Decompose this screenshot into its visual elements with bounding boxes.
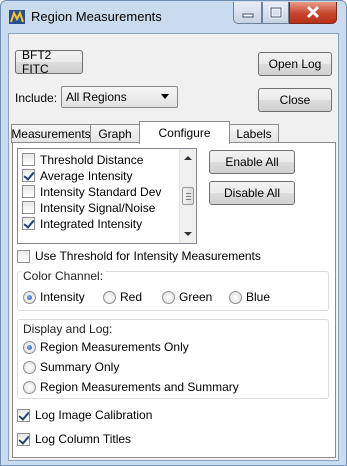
radio-blue[interactable]: Blue xyxy=(229,290,270,304)
app-icon xyxy=(9,10,25,24)
radio-button[interactable] xyxy=(23,290,36,304)
radio-region-and-summary[interactable]: Region Measurements and Summary xyxy=(23,380,239,394)
color-channel-group: Color Channel: Intensity Red Green Blue xyxy=(17,269,329,311)
maximize-icon xyxy=(269,6,283,19)
minimize-icon xyxy=(242,13,254,18)
list-item-label: Integrated Intensity xyxy=(40,216,143,231)
radio-label: Region Measurements and Summary xyxy=(40,380,239,394)
radio-label: Intensity xyxy=(40,290,85,304)
color-channel-title: Color Channel: xyxy=(21,269,106,283)
radio-green[interactable]: Green xyxy=(162,290,212,304)
log-column-titles-label: Log Column Titles xyxy=(35,432,132,446)
enable-all-button[interactable]: Enable All xyxy=(209,150,295,174)
close-window-button[interactable] xyxy=(289,2,337,24)
radio-label: Blue xyxy=(246,290,271,304)
region-measurements-window: Region Measurements BFT2 FITC Open Log I… xyxy=(0,0,347,466)
radio-button[interactable] xyxy=(23,380,36,394)
use-threshold-checkbox[interactable] xyxy=(17,249,30,263)
configure-panel: Threshold Distance Average Intensity Int… xyxy=(12,142,336,458)
tab-configure[interactable]: Configure xyxy=(139,121,230,144)
use-threshold-label: Use Threshold for Intensity Measurements xyxy=(35,249,261,263)
scroll-down-icon[interactable] xyxy=(184,232,192,236)
list-item-checkbox[interactable] xyxy=(22,169,35,182)
radio-intensity[interactable]: Intensity xyxy=(23,290,85,304)
list-item-label: Intensity Standard Dev xyxy=(40,184,162,199)
list-item-checkbox[interactable] xyxy=(22,201,35,214)
maximize-button[interactable] xyxy=(262,2,289,24)
close-icon xyxy=(306,5,320,19)
open-log-button[interactable]: Open Log xyxy=(258,52,332,76)
log-image-calibration-checkbox[interactable] xyxy=(17,408,30,422)
radio-label: Region Measurements Only xyxy=(40,340,189,354)
tab-labels[interactable]: Labels xyxy=(229,124,279,143)
display-log-group: Display and Log: Region Measurements Onl… xyxy=(17,319,329,399)
list-item[interactable]: Average Intensity xyxy=(22,168,133,183)
measurement-list[interactable]: Threshold Distance Average Intensity Int… xyxy=(17,148,197,244)
chevron-down-icon xyxy=(161,94,169,99)
list-item-label: Threshold Distance xyxy=(40,152,144,167)
tab-strip: Measurements Graph Configure Labels xyxy=(9,121,340,144)
log-image-calibration-option[interactable]: Log Image Calibration xyxy=(17,408,152,422)
close-button[interactable]: Close xyxy=(258,88,332,112)
use-threshold-option[interactable]: Use Threshold for Intensity Measurements xyxy=(17,249,261,263)
list-item-checkbox[interactable] xyxy=(22,185,35,198)
include-label: Include: xyxy=(15,91,58,105)
scroll-thumb[interactable] xyxy=(182,187,194,205)
radio-button[interactable] xyxy=(103,290,116,304)
radio-label: Summary Only xyxy=(40,360,120,374)
list-item-checkbox[interactable] xyxy=(22,217,35,230)
list-item-label: Intensity Signal/Noise xyxy=(40,200,156,215)
scroll-up-icon[interactable] xyxy=(184,156,192,160)
tab-measurements[interactable]: Measurements xyxy=(11,124,91,143)
include-value: All Regions xyxy=(66,90,127,104)
list-item-checkbox[interactable] xyxy=(22,153,35,166)
radio-button[interactable] xyxy=(229,290,242,304)
list-item[interactable]: Intensity Standard Dev xyxy=(22,184,161,199)
include-dropdown[interactable]: All Regions xyxy=(61,86,178,108)
log-image-calibration-label: Log Image Calibration xyxy=(35,408,153,422)
minimize-button[interactable] xyxy=(233,2,262,24)
log-column-titles-option[interactable]: Log Column Titles xyxy=(17,432,131,446)
filter-button[interactable]: BFT2 FITC xyxy=(15,48,83,76)
list-item-label: Average Intensity xyxy=(40,168,133,183)
title-bar[interactable]: Region Measurements xyxy=(1,1,346,33)
radio-summary-only[interactable]: Summary Only xyxy=(23,360,119,374)
dialog-client-area: BFT2 FITC Open Log Include: All Regions … xyxy=(8,33,339,461)
window-title: Region Measurements xyxy=(31,9,162,24)
list-item[interactable]: Integrated Intensity xyxy=(22,216,142,231)
radio-button[interactable] xyxy=(162,290,175,304)
disable-all-button[interactable]: Disable All xyxy=(209,181,295,205)
display-log-title: Display and Log: xyxy=(21,322,115,336)
radio-button[interactable] xyxy=(23,360,36,374)
list-item[interactable]: Intensity Signal/Noise xyxy=(22,200,155,215)
radio-label: Red xyxy=(120,290,143,304)
list-scrollbar[interactable] xyxy=(179,149,196,243)
log-column-titles-checkbox[interactable] xyxy=(17,432,30,446)
radio-red[interactable]: Red xyxy=(103,290,142,304)
radio-label: Green xyxy=(179,290,213,304)
list-item[interactable]: Threshold Distance xyxy=(22,152,143,167)
radio-region-only[interactable]: Region Measurements Only xyxy=(23,340,189,354)
tab-graph[interactable]: Graph xyxy=(90,124,140,143)
radio-button[interactable] xyxy=(23,340,36,354)
